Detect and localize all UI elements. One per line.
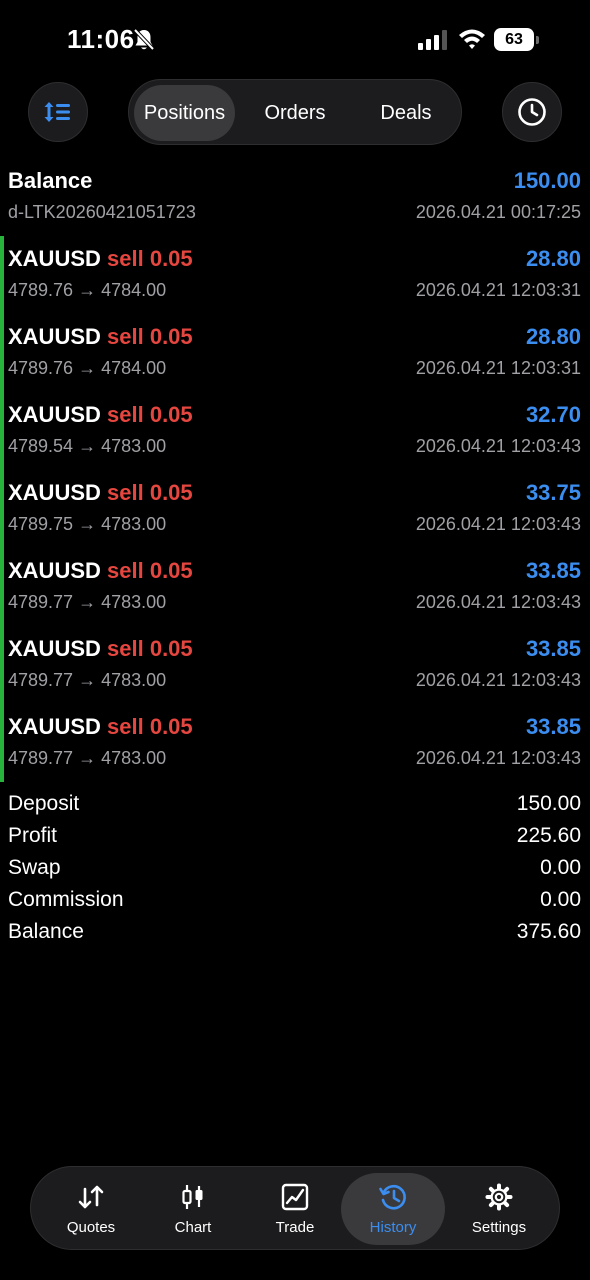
summary-profit: Profit 225.60 [0, 822, 590, 854]
trade-chart-icon [281, 1183, 309, 1211]
deal-prices: 4789.77 → 4783.00 [8, 592, 167, 612]
deal-prices: 4789.76 → 4784.00 [8, 358, 167, 378]
summary-deposit: Deposit 150.00 [0, 790, 590, 822]
summary-commission-value: 0.00 [540, 888, 581, 911]
deal-row[interactable]: XAUUSD sell 0.05 32.70 4789.54 → 4783.00… [0, 394, 590, 472]
deal-profit: 33.85 [525, 714, 581, 739]
tab-trade-label: Trade [275, 1219, 315, 1236]
battery-tip [536, 36, 539, 44]
deal-time: 2026.04.21 12:03:31 [415, 280, 581, 300]
deal-prices: 4789.77 → 4783.00 [8, 670, 167, 690]
deal-side: sell 0.05 [107, 480, 193, 505]
tab-settings[interactable]: Settings [447, 1173, 551, 1245]
deal-time: 2026.04.21 12:03:43 [415, 670, 581, 690]
segment-positions[interactable]: Positions [134, 85, 235, 141]
summary-balance-value: 375.60 [516, 920, 581, 943]
summary-commission-label: Commission [8, 888, 124, 911]
history-icon [379, 1184, 406, 1210]
bell-slash-icon [133, 28, 155, 51]
deal-side: sell 0.05 [107, 714, 193, 739]
tab-quotes-label: Quotes [66, 1219, 116, 1236]
deal-symbol: XAUUSD [8, 480, 101, 505]
deal-prices: 4789.75 → 4783.00 [8, 514, 167, 534]
status-time: 11:06 [67, 24, 135, 54]
tab-trade[interactable]: Trade [243, 1173, 347, 1245]
summary-balance: Balance 375.60 [0, 918, 590, 950]
deal-profit: 33.75 [525, 480, 581, 505]
tab-chart-label: Chart [174, 1219, 212, 1236]
gear-icon [485, 1183, 513, 1211]
wifi-icon [459, 29, 485, 49]
summary-commission: Commission 0.00 [0, 886, 590, 918]
balance-entry-title: Balance [8, 168, 93, 193]
deal-prices: 4789.77 → 4783.00 [8, 748, 167, 768]
segment-deals[interactable]: Deals [355, 85, 457, 141]
summary-swap-label: Swap [8, 856, 61, 879]
deal-time: 2026.04.21 12:03:43 [415, 592, 581, 612]
deal-side: sell 0.05 [107, 246, 193, 271]
deal-profit: 33.85 [525, 636, 581, 661]
summary-profit-label: Profit [8, 824, 58, 847]
deal-row[interactable]: XAUUSD sell 0.05 28.80 4789.76 → 4784.00… [0, 316, 590, 394]
tab-history-label: History [369, 1219, 417, 1236]
deal-profit: 28.80 [525, 324, 581, 349]
deal-prices: 4789.76 → 4784.00 [8, 280, 167, 300]
bottom-tab-bar: Quotes Chart Trade History Settings [30, 1166, 560, 1250]
deal-row[interactable]: XAUUSD sell 0.05 33.85 4789.77 → 4783.00… [0, 706, 590, 784]
deal-symbol: XAUUSD [8, 246, 101, 271]
summary-profit-value: 225.60 [516, 824, 581, 847]
clock-icon [518, 98, 546, 126]
battery-level: 63 [494, 28, 534, 51]
summary-deposit-value: 150.00 [516, 792, 581, 815]
battery-icon: 63 [494, 28, 540, 51]
deal-symbol: XAUUSD [8, 402, 101, 427]
segment-orders[interactable]: Orders [245, 85, 345, 141]
balance-entry-value: 150.00 [513, 168, 581, 193]
deal-row[interactable]: XAUUSD sell 0.05 33.85 4789.77 → 4783.00… [0, 550, 590, 628]
quotes-icon [78, 1185, 104, 1209]
deal-side: sell 0.05 [107, 324, 193, 349]
candlestick-icon [182, 1185, 203, 1209]
deal-profit: 33.85 [525, 558, 581, 583]
deal-time: 2026.04.21 12:03:43 [415, 748, 581, 768]
summary-deposit-label: Deposit [8, 792, 80, 815]
summary-swap-value: 0.00 [540, 856, 581, 879]
deal-profit: 28.80 [525, 246, 581, 271]
tab-history[interactable]: History [341, 1173, 445, 1245]
deal-side: sell 0.05 [107, 402, 193, 427]
deal-prices: 4789.54 → 4783.00 [8, 436, 167, 456]
deal-row[interactable]: XAUUSD sell 0.05 33.85 4789.77 → 4783.00… [0, 628, 590, 706]
signal-icon [418, 30, 447, 50]
deal-time: 2026.04.21 12:03:43 [415, 514, 581, 534]
deal-side: sell 0.05 [107, 636, 193, 661]
sort-icon [44, 102, 70, 122]
deal-time: 2026.04.21 12:03:31 [415, 358, 581, 378]
tab-settings-label: Settings [471, 1219, 527, 1236]
history-segmented-control: Positions Orders Deals [128, 79, 462, 145]
status-bar: 11:06 63 [0, 0, 590, 80]
tab-chart[interactable]: Chart [141, 1173, 245, 1245]
summary-balance-label: Balance [8, 920, 84, 943]
tab-quotes[interactable]: Quotes [39, 1173, 143, 1245]
deal-symbol: XAUUSD [8, 714, 101, 739]
deal-symbol: XAUUSD [8, 636, 101, 661]
deal-symbol: XAUUSD [8, 558, 101, 583]
deal-symbol: XAUUSD [8, 324, 101, 349]
deal-row[interactable]: XAUUSD sell 0.05 28.80 4789.76 → 4784.00… [0, 238, 590, 316]
summary-swap: Swap 0.00 [0, 854, 590, 886]
sort-button[interactable] [28, 82, 88, 142]
summary-section: Deposit 150.00 Profit 225.60 Swap 0.00 C… [0, 790, 590, 950]
balance-entry-id: d-LTK20260421051723 [8, 202, 196, 222]
deal-profit: 32.70 [525, 402, 581, 427]
deal-side: sell 0.05 [107, 558, 193, 583]
balance-entry-time: 2026.04.21 00:17:25 [415, 202, 581, 222]
deal-row[interactable]: XAUUSD sell 0.05 33.75 4789.75 → 4783.00… [0, 472, 590, 550]
deal-time: 2026.04.21 12:03:43 [415, 436, 581, 456]
period-button[interactable] [502, 82, 562, 142]
